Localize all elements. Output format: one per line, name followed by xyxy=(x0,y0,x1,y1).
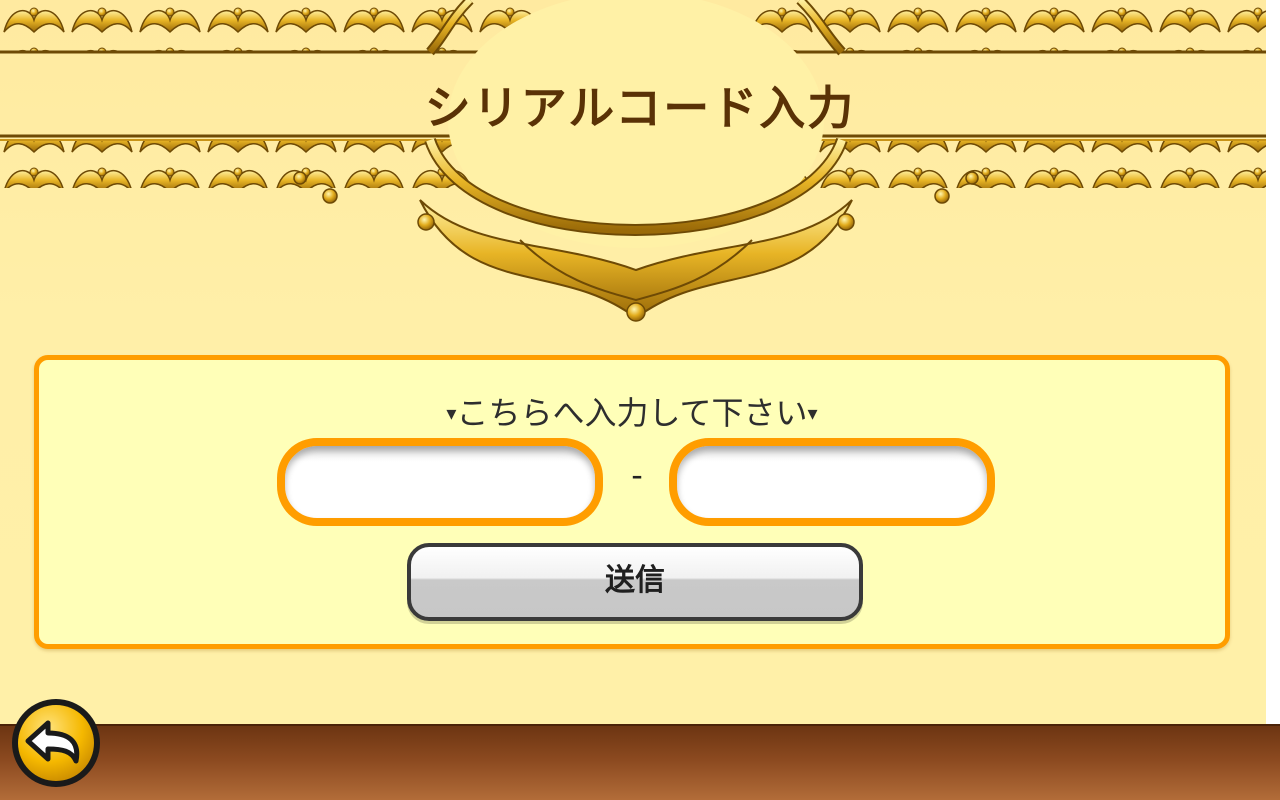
screen: シリアルコード入力 ▾こちらへ入力して下さい▾ - 送信 xyxy=(0,0,1280,800)
right-edge-strip xyxy=(1266,0,1280,724)
serial-code-field-2[interactable] xyxy=(669,438,995,526)
serial-code-field-1[interactable] xyxy=(277,438,603,526)
instruction-text: ▾こちらへ入力して下さい▾ xyxy=(39,388,1225,434)
gold-ornament-frame xyxy=(0,0,1280,322)
triangle-marker-icon: ▾ xyxy=(807,401,818,425)
page-title: シリアルコード入力 xyxy=(424,81,856,135)
serial-code-panel: ▾こちらへ入力して下さい▾ - 送信 xyxy=(34,355,1230,649)
back-arrow-icon xyxy=(12,699,100,787)
bottom-bar xyxy=(0,724,1280,800)
send-button[interactable]: 送信 xyxy=(407,543,863,621)
instruction-label: こちらへ入力して下さい xyxy=(456,394,808,432)
triangle-marker-icon: ▾ xyxy=(446,401,457,425)
code-separator: - xyxy=(631,456,643,494)
back-button[interactable] xyxy=(10,697,102,789)
